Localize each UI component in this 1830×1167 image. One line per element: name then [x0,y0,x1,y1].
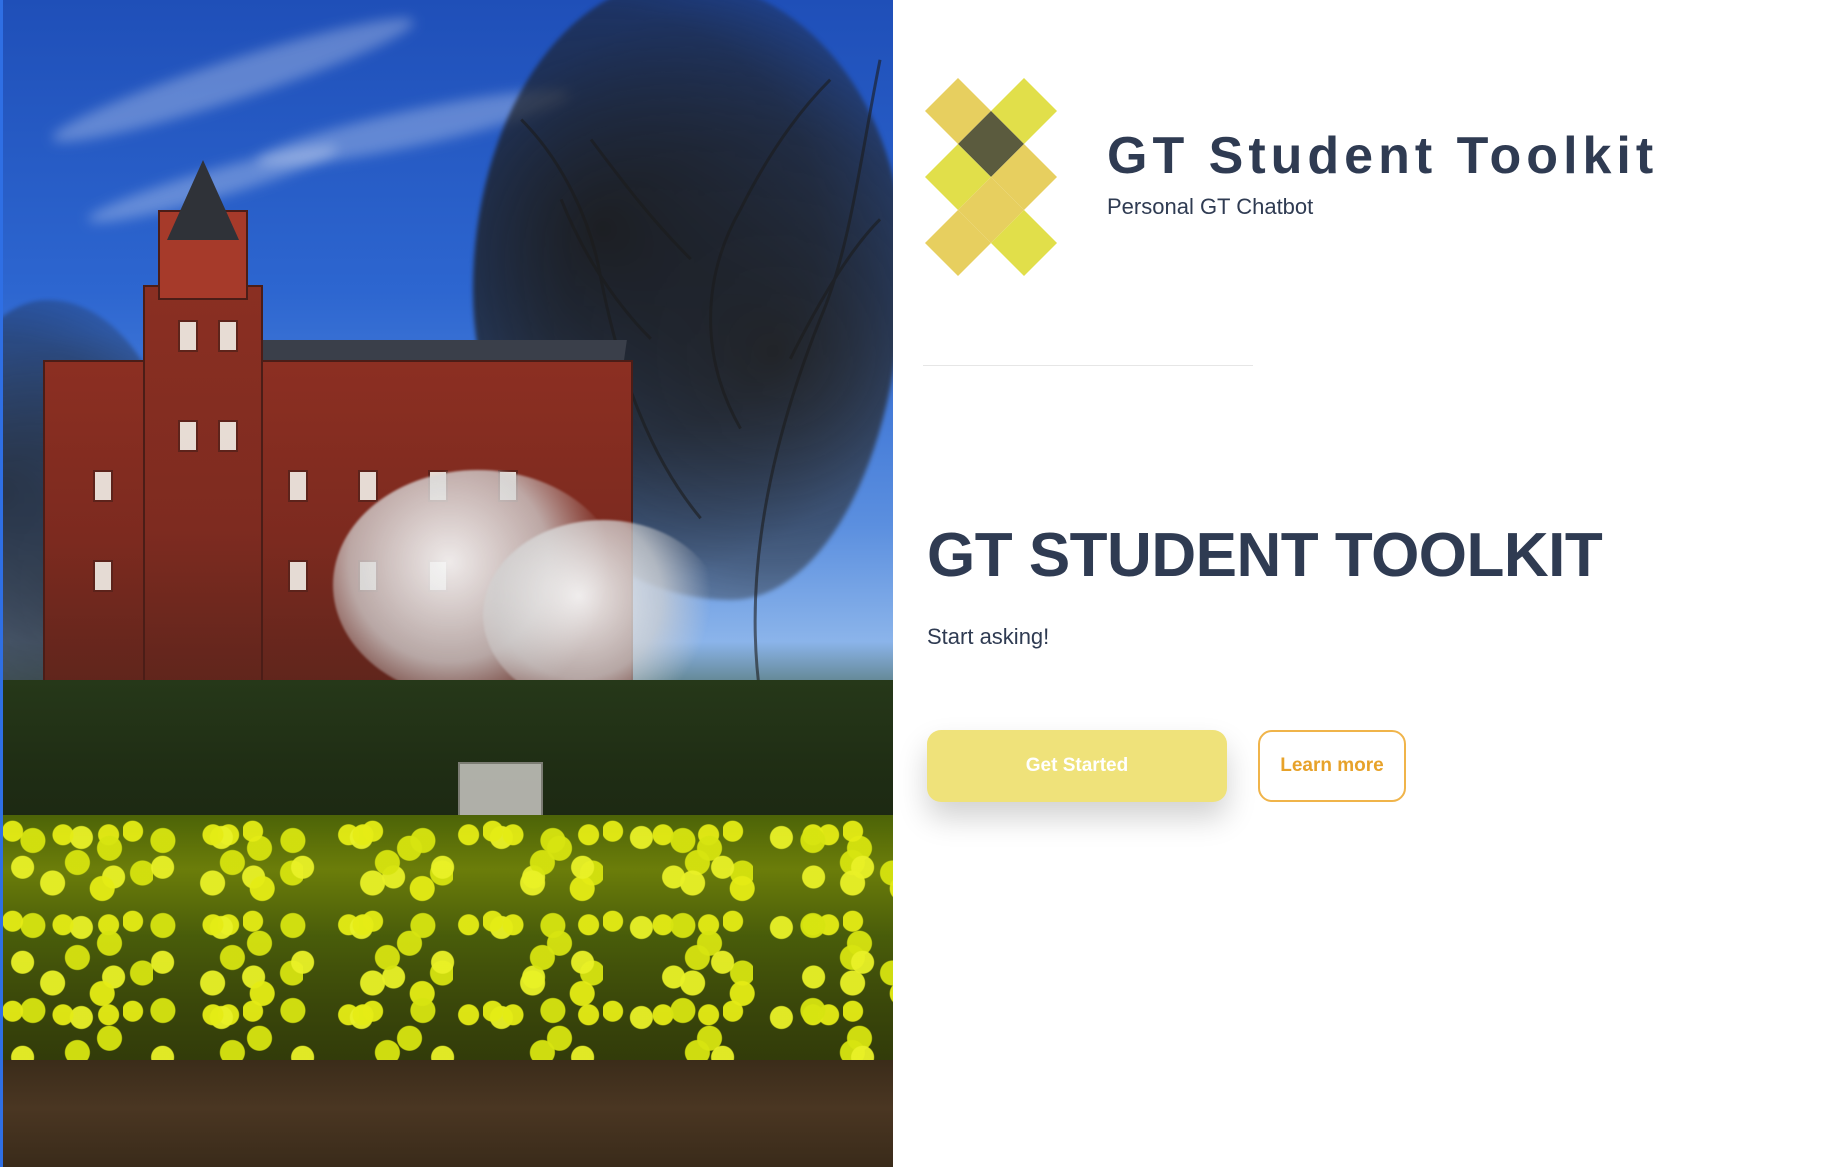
hero-content-panel: GT Student Toolkit Personal GT Chatbot G… [893,0,1830,1167]
clock-tower [143,285,263,690]
building-window [288,470,308,502]
hero-heading: GT STUDENT TOOLKIT [927,521,1603,590]
building-window [358,470,378,502]
campus-hero-image [0,0,893,1167]
gt-x-logo-icon [923,78,1057,278]
hero-subheading: Start asking! [927,624,1050,649]
building-window [93,560,113,592]
building-window [218,420,238,452]
soil-bed [3,1060,893,1167]
get-started-button[interactable]: Get Started [927,730,1227,802]
building-window [178,320,198,352]
brand-subtitle: Personal GT Chatbot [1107,194,1314,219]
building-window [93,470,113,502]
building-window [288,560,308,592]
yellow-flower-bed [3,815,893,1085]
building-window [218,320,238,352]
gt-x-logo-svg [925,78,1057,276]
brand-title: GT Student Toolkit [1107,127,1659,185]
learn-more-button[interactable]: Learn more [1258,730,1406,802]
building-window [178,420,198,452]
section-divider [923,365,1253,366]
landing-page: GT Student Toolkit Personal GT Chatbot G… [0,0,1830,1167]
